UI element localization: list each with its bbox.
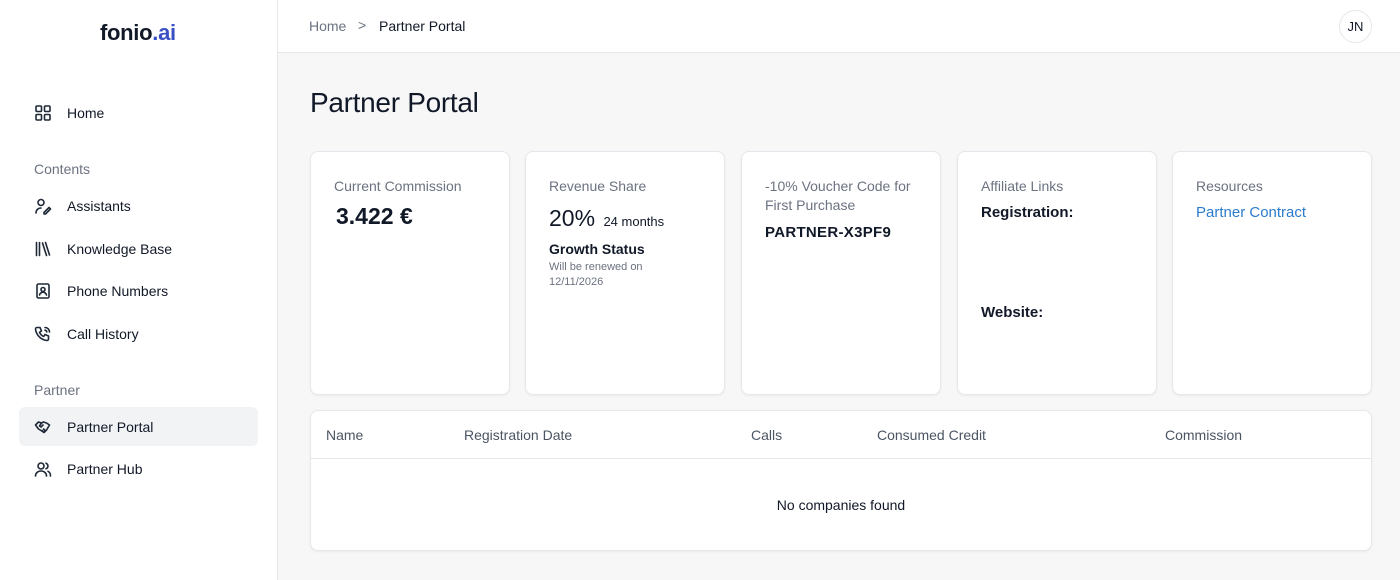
commission-card: Current Commission 3.422 € xyxy=(310,151,510,395)
logo[interactable]: fonio.ai xyxy=(100,20,176,46)
voucher-card: -10% Voucher Code for First Purchase PAR… xyxy=(741,151,941,395)
breadcrumb-separator: > xyxy=(358,17,367,33)
registration-link-label: Registration: xyxy=(981,204,1074,221)
revenue-percent: 20% xyxy=(549,205,596,231)
commission-value: 3.422 € xyxy=(336,203,413,229)
sidebar-item-label: Partner Hub xyxy=(67,460,143,477)
sidebar-item-label: Call History xyxy=(67,325,139,342)
sidebar-item-label: Assistants xyxy=(67,197,131,214)
sidebar-item-assistants[interactable]: Assistants xyxy=(19,186,258,225)
top-header: Home > Partner Portal JN xyxy=(278,0,1400,53)
sidebar-item-phone-numbers[interactable]: Phone Numbers xyxy=(19,271,258,310)
revenue-share-card: Revenue Share 20% 24 months Growth Statu… xyxy=(525,151,725,395)
column-header-calls[interactable]: Calls xyxy=(751,427,782,443)
companies-table: Name Registration Date Calls Consumed Cr… xyxy=(310,410,1372,551)
sidebar-item-partner-portal[interactable]: Partner Portal xyxy=(19,407,258,446)
empty-state-message: No companies found xyxy=(776,497,906,513)
column-header-commission[interactable]: Commission xyxy=(1165,427,1242,443)
partner-contract-link[interactable]: Partner Contract xyxy=(1196,204,1306,221)
contact-book-icon xyxy=(34,282,52,300)
handshake-icon xyxy=(34,418,52,436)
card-label: Resources xyxy=(1196,178,1263,194)
card-label: Affiliate Links xyxy=(981,178,1064,194)
page-title: Partner Portal xyxy=(310,87,479,118)
website-link-label: Website: xyxy=(981,304,1044,321)
revenue-share-value: 20% 24 months xyxy=(549,205,664,232)
column-header-name[interactable]: Name xyxy=(326,427,363,443)
sidebar-item-label: Phone Numbers xyxy=(67,282,169,299)
books-icon xyxy=(34,240,52,258)
sidebar-section-partner: Partner xyxy=(34,382,80,398)
sidebar-item-label: Partner Portal xyxy=(67,418,154,435)
sidebar: fonio.ai Home Contents Assistants Knowle… xyxy=(0,0,278,580)
growth-status-note: Will be renewed on 12/11/2026 xyxy=(549,261,643,288)
column-header-registration-date[interactable]: Registration Date xyxy=(464,427,572,443)
assistant-icon xyxy=(34,197,52,215)
logo-main: fonio xyxy=(100,20,153,45)
sidebar-section-contents: Contents xyxy=(34,161,91,177)
sidebar-item-label: Knowledge Base xyxy=(67,240,173,257)
breadcrumb-home[interactable]: Home xyxy=(309,18,346,34)
logo-suffix: .ai xyxy=(152,20,176,45)
sidebar-item-partner-hub[interactable]: Partner Hub xyxy=(19,449,258,488)
table-divider xyxy=(311,458,1371,459)
resources-card: Resources Partner Contract xyxy=(1172,151,1372,395)
affiliate-links-card: Affiliate Links Registration: Website: xyxy=(957,151,1157,395)
growth-status-title: Growth Status xyxy=(549,241,645,257)
card-label: Current Commission xyxy=(334,178,462,194)
card-label: Revenue Share xyxy=(549,178,647,194)
sidebar-item-knowledge-base[interactable]: Knowledge Base xyxy=(19,229,258,268)
sidebar-item-call-history[interactable]: Call History xyxy=(19,314,258,353)
column-header-consumed-credit[interactable]: Consumed Credit xyxy=(877,427,986,443)
grid-icon xyxy=(34,104,52,122)
sidebar-item-home[interactable]: Home xyxy=(19,93,258,132)
breadcrumb-current: Partner Portal xyxy=(379,18,466,34)
avatar[interactable]: JN xyxy=(1339,10,1372,43)
revenue-duration: 24 months xyxy=(603,214,665,229)
sidebar-item-label: Home xyxy=(67,104,105,121)
phone-call-icon xyxy=(34,325,52,343)
card-label: -10% Voucher Code for First Purchase xyxy=(765,178,911,213)
voucher-code[interactable]: PARTNER-X3PF9 xyxy=(765,224,891,241)
users-icon xyxy=(34,460,52,478)
